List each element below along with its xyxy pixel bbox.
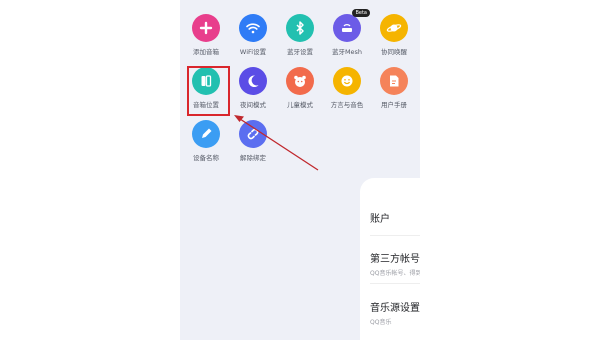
tile-dialect-voice[interactable]: 方言与音色 [323,67,371,109]
beta-badge: Beta [352,9,370,17]
tile-label: 添加音箱 [193,48,219,56]
tile-label: 设备名称 [193,154,219,162]
divider [370,235,420,236]
tile-label: 协同唤醒 [381,48,407,56]
tile-bluetooth[interactable]: 蓝牙设置 [276,14,324,56]
highlight-box [187,66,230,116]
tile-label: 儿童模式 [287,101,313,109]
row-subtitle: QQ音乐帐号、得到帐号、喜马拉雅帐号 [370,270,420,277]
tile-add-speaker[interactable]: 添加音箱 [182,14,230,56]
router-icon: Beta [333,9,370,42]
tile-label: 夜间模式 [240,101,266,109]
tile-device-name[interactable]: 设备名称 [182,120,230,162]
row-title: 音乐源设置 [370,303,420,314]
tile-bluetooth-mesh[interactable]: Beta 蓝牙Mesh [323,9,371,56]
tile-label: WiFi设置 [239,48,267,56]
row-subtitle: QQ音乐 [370,319,392,326]
tile-user-manual[interactable]: 用户手册 [370,67,418,109]
row-title: 账户 [370,214,390,225]
moon-icon [239,67,267,95]
phone-screen: 添加音箱 WiFi设置 蓝牙设置 Beta 蓝牙Mesh 协同唤醒 音箱位置 夜… [180,0,420,340]
wifi-icon [239,14,267,42]
tile-night-mode[interactable]: 夜间模式 [229,67,277,109]
bluetooth-icon [286,14,314,42]
tile-sync-wake[interactable]: 协同唤醒 [370,14,418,56]
row-account[interactable]: 账户 [370,210,420,225]
tile-unbind[interactable]: 解除绑定 [229,120,277,162]
child-face-icon [286,67,314,95]
tile-wifi[interactable]: WiFi设置 [229,14,277,56]
planet-icon [380,14,408,42]
tile-label: 蓝牙设置 [287,48,313,56]
tile-label: 用户手册 [381,101,407,109]
tile-label: 蓝牙Mesh [331,48,363,56]
tile-label: 方言与音色 [330,101,364,109]
bottom-sheet: 账户 第三方帐号管理 QQ音乐帐号、得到帐号、喜马拉雅帐号 音乐源设置 QQ音乐 [360,178,420,340]
row-music-source[interactable]: 音乐源设置 QQ音乐 [370,299,420,326]
row-third-party-accounts[interactable]: 第三方帐号管理 QQ音乐帐号、得到帐号、喜马拉雅帐号 [370,250,420,277]
link-broken-icon [239,120,267,148]
row-title: 第三方帐号管理 [370,254,420,265]
divider [370,283,420,284]
tile-label: 解除绑定 [240,154,266,162]
pencil-icon [192,120,220,148]
tile-kids-mode[interactable]: 儿童模式 [276,67,324,109]
document-icon [380,67,408,95]
smile-face-icon [333,67,361,95]
plus-icon [192,14,220,42]
